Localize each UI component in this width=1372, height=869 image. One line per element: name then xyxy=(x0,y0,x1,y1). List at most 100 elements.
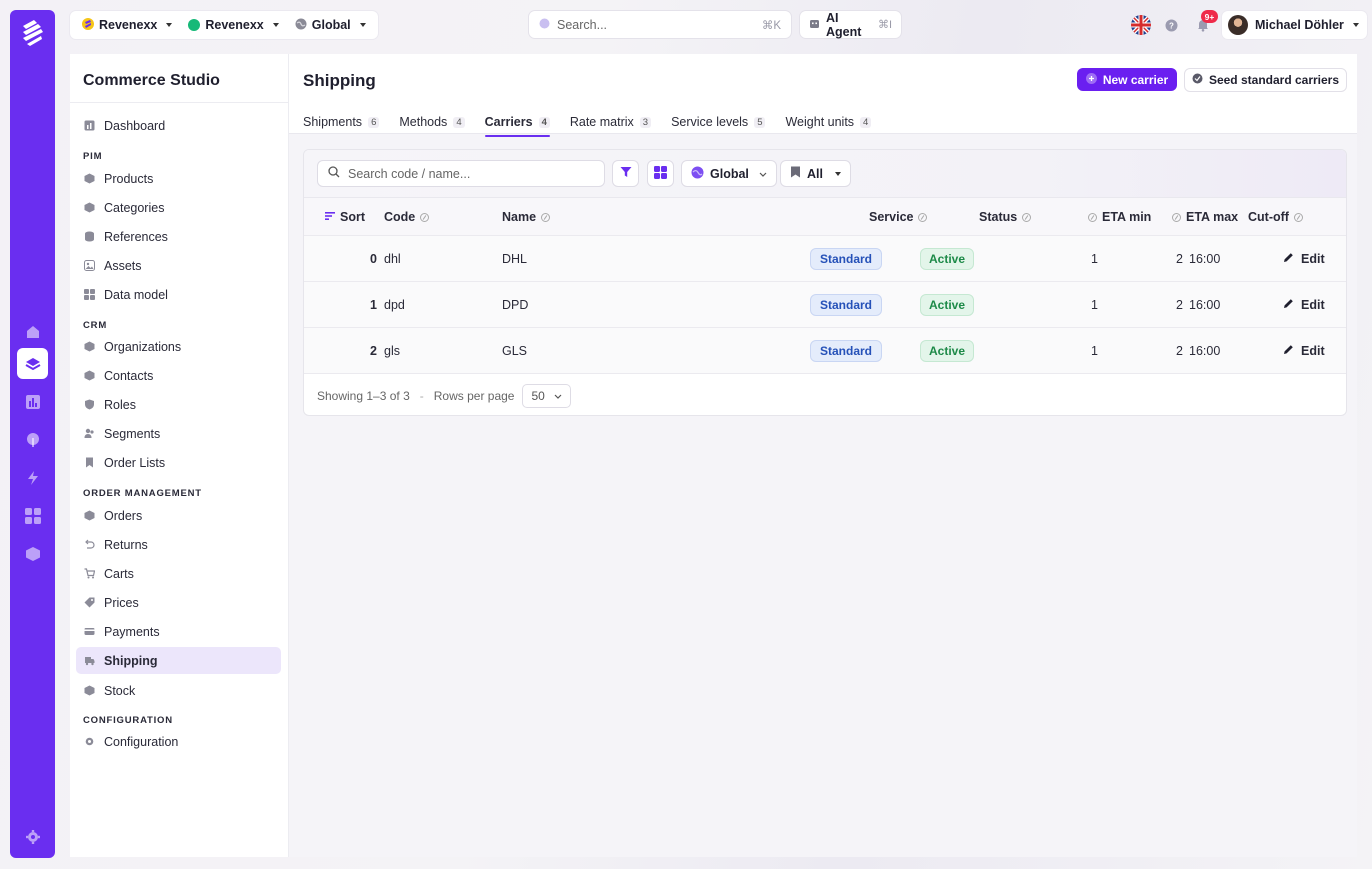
sidebar-item-shipping[interactable]: Shipping xyxy=(76,647,281,674)
cell-eta-max: 2 xyxy=(1176,251,1183,266)
rows-per-page-select[interactable]: 50 xyxy=(522,383,572,408)
sidebar-item-order-lists[interactable]: Order Lists xyxy=(76,449,281,476)
seed-standard-carriers-button[interactable]: Seed standard carriers xyxy=(1184,68,1347,92)
sidebar-item-stock[interactable]: Stock xyxy=(76,677,281,704)
edit-button[interactable]: Edit xyxy=(1283,328,1325,373)
col-service[interactable]: Service xyxy=(869,198,928,236)
region-selector[interactable]: Global xyxy=(287,11,374,39)
carrier-search-input[interactable]: Search code / name... xyxy=(317,160,605,187)
brand-selector[interactable]: Revenexx xyxy=(180,11,286,39)
table-row[interactable]: 0 dhl DHL Standard Active 1 2 16:00 Edit xyxy=(304,236,1346,282)
tab-count: 4 xyxy=(453,116,465,128)
view-toggle-button[interactable] xyxy=(647,160,674,187)
home-icon[interactable] xyxy=(17,316,48,347)
filter-icon xyxy=(620,166,632,181)
settings-gear-icon[interactable] xyxy=(17,821,48,852)
sidebar-item-prices[interactable]: Prices xyxy=(76,589,281,616)
sortable-icon xyxy=(1293,212,1303,222)
tab-weight-units[interactable]: Weight units 4 xyxy=(785,110,872,134)
package-icon xyxy=(84,370,95,381)
col-label: Cut-off xyxy=(1248,210,1289,224)
cube-icon[interactable] xyxy=(17,538,48,569)
col-status[interactable]: Status xyxy=(979,198,1032,236)
seed-icon xyxy=(1192,73,1203,87)
tab-methods[interactable]: Methods 4 xyxy=(399,110,465,134)
cart-icon xyxy=(84,568,95,579)
col-code[interactable]: Code xyxy=(384,198,430,236)
service-badge: Standard xyxy=(810,339,883,362)
sidebar-item-assets[interactable]: Assets xyxy=(76,252,281,279)
sidebar-item-carts[interactable]: Carts xyxy=(76,560,281,587)
ai-agent-button[interactable]: AI Agent ⌘I xyxy=(800,11,901,39)
col-eta-min[interactable]: ETA min xyxy=(1088,198,1151,236)
tab-shipments[interactable]: Shipments 6 xyxy=(303,110,380,134)
col-label: Name xyxy=(502,210,537,224)
search-icon xyxy=(539,18,550,32)
table-header: Sort Code Name Service Status ETA min ET… xyxy=(304,198,1346,236)
pencil-icon xyxy=(1283,298,1294,312)
sidebar-item-label: Segments xyxy=(104,426,161,441)
apps-grid-icon[interactable] xyxy=(17,500,48,531)
location-pin-icon[interactable] xyxy=(17,424,48,455)
sidebar-item-organizations[interactable]: Organizations xyxy=(76,333,281,360)
sidebar-item-references[interactable]: References xyxy=(76,223,281,250)
col-eta-max[interactable]: ETA max xyxy=(1172,198,1238,236)
user-menu[interactable]: Michael Döhler xyxy=(1222,11,1367,39)
table-row[interactable]: 1 dpd DPD Standard Active 1 2 16:00 Edit xyxy=(304,282,1346,328)
tab-count: 5 xyxy=(754,116,766,128)
cell-eta-max: 2 xyxy=(1176,343,1183,358)
edit-button[interactable]: Edit xyxy=(1283,236,1325,281)
sidebar-title: Commerce Studio xyxy=(70,54,288,103)
page-tabs: Shipments 6 Methods 4 Carriers 4 Rate matri… xyxy=(303,110,891,137)
sortable-icon xyxy=(541,212,551,222)
tab-rate-matrix[interactable]: Rate matrix 3 xyxy=(570,110,652,134)
help-icon[interactable]: ? xyxy=(1165,11,1178,39)
brand-label: Revenexx xyxy=(205,18,264,32)
col-cutoff[interactable]: Cut-off xyxy=(1248,198,1303,236)
sidebar-item-segments[interactable]: Segments xyxy=(76,420,281,447)
scope-dropdown[interactable]: Global xyxy=(681,160,777,187)
status-dropdown[interactable]: All xyxy=(780,160,851,187)
notifications-badge: 9+ xyxy=(1201,10,1218,23)
sortable-icon xyxy=(420,212,430,222)
col-sort[interactable]: Sort xyxy=(325,198,365,236)
chevron-down-icon xyxy=(759,167,767,181)
sidebar-item-contacts[interactable]: Contacts xyxy=(76,362,281,389)
lightning-icon[interactable] xyxy=(17,462,48,493)
analytics-icon[interactable] xyxy=(17,386,48,417)
filter-button[interactable] xyxy=(612,160,639,187)
table-footer: Showing 1–3 of 3 - Rows per page 50 xyxy=(304,374,1346,415)
brand-logo-icon[interactable] xyxy=(17,17,48,49)
chevron-down-icon xyxy=(272,23,279,27)
sidebar-item-configuration[interactable]: Configuration xyxy=(76,728,281,755)
avatar xyxy=(1228,15,1248,35)
page-title: Shipping xyxy=(303,71,376,90)
sidebar-item-label: Organizations xyxy=(104,339,182,354)
sidebar-item-data-model[interactable]: Data model xyxy=(76,281,281,308)
layers-icon[interactable] xyxy=(17,348,48,379)
return-arrow-icon xyxy=(84,539,95,550)
sidebar-item-payments[interactable]: Payments xyxy=(76,618,281,645)
tab-carriers[interactable]: Carriers 4 xyxy=(484,110,551,137)
status-label: All xyxy=(807,166,823,181)
sidebar-item-products[interactable]: Products xyxy=(76,165,281,192)
col-name[interactable]: Name xyxy=(502,198,551,236)
sidebar-item-label: Payments xyxy=(104,624,160,639)
sidebar-item-returns[interactable]: Returns xyxy=(76,531,281,558)
pencil-icon xyxy=(1283,252,1294,266)
section-pim: PIM xyxy=(83,151,103,162)
sidebar-item-dashboard[interactable]: Dashboard xyxy=(76,112,281,139)
org-selector[interactable]: Revenexx xyxy=(74,11,180,39)
language-flag-icon[interactable] xyxy=(1131,11,1151,39)
sidebar-item-orders[interactable]: Orders xyxy=(76,502,281,529)
edit-button[interactable]: Edit xyxy=(1283,282,1325,327)
sidebar-item-roles[interactable]: Roles xyxy=(76,391,281,418)
new-carrier-button[interactable]: New carrier xyxy=(1077,68,1177,91)
global-search[interactable]: Search... ⌘K xyxy=(529,11,791,38)
org-label: Revenexx xyxy=(99,18,158,32)
sidebar-item-label: Orders xyxy=(104,508,143,523)
table-row[interactable]: 2 gls GLS Standard Active 1 2 16:00 Edit xyxy=(304,328,1346,374)
chevron-down-icon xyxy=(834,171,841,176)
sidebar-item-categories[interactable]: Categories xyxy=(76,194,281,221)
tab-service-levels[interactable]: Service levels 5 xyxy=(671,110,766,134)
